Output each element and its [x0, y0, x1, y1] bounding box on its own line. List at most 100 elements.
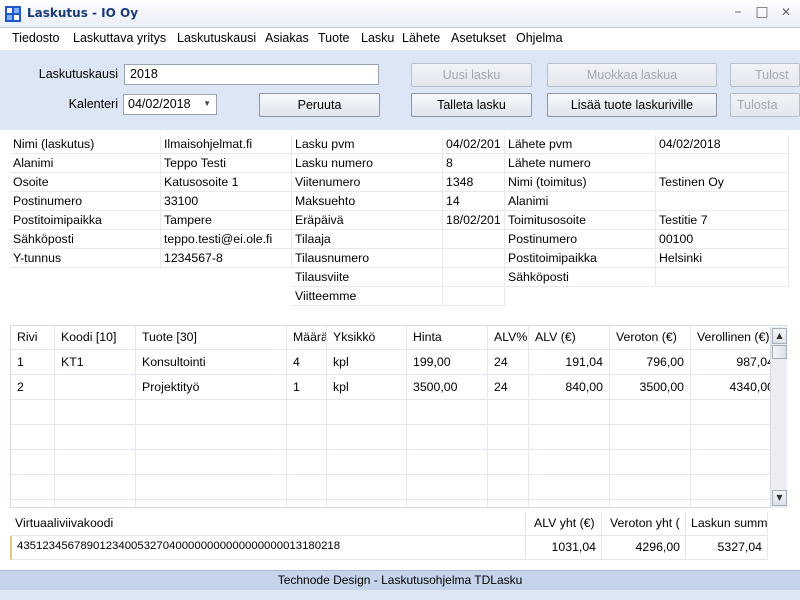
grid-empty-cell[interactable] — [488, 450, 529, 475]
grid-cell[interactable]: 24 — [488, 375, 529, 400]
info-value[interactable]: 18/02/201 — [443, 211, 505, 230]
maximize-button[interactable]: □ — [752, 4, 772, 22]
info-value[interactable] — [443, 230, 505, 249]
grid-empty-cell[interactable] — [55, 400, 136, 425]
calendar-date-picker[interactable]: 04/02/2018 ▼ — [123, 94, 217, 115]
grid-cell[interactable]: 840,00 — [529, 375, 610, 400]
grid-cell[interactable]: Konsultointi — [136, 350, 287, 375]
menu-laskuttava-yritys[interactable]: Laskuttava yritys — [73, 31, 166, 45]
grid-cell[interactable]: 4 — [287, 350, 327, 375]
column-header[interactable]: Hinta — [407, 326, 488, 350]
period-input[interactable]: 2018 — [124, 64, 379, 85]
grid-empty-cell[interactable] — [691, 425, 781, 450]
scroll-thumb[interactable] — [772, 345, 787, 359]
grid-cell[interactable]: KT1 — [55, 350, 136, 375]
grid-empty-cell[interactable] — [529, 500, 610, 507]
grid-empty-cell[interactable] — [691, 500, 781, 507]
info-value[interactable]: Helsinki — [656, 249, 789, 268]
grid-empty-cell[interactable] — [55, 425, 136, 450]
grid-cell[interactable]: 4340,00 — [691, 375, 781, 400]
grid-cell[interactable]: Projektityö — [136, 375, 287, 400]
grid-empty-cell[interactable] — [610, 400, 691, 425]
column-header[interactable]: Määrä — [287, 326, 327, 350]
grid-empty-cell[interactable] — [327, 425, 407, 450]
column-header[interactable]: ALV% — [488, 326, 529, 350]
chevron-down-icon[interactable]: ▼ — [203, 99, 211, 108]
grid-empty-cell[interactable] — [529, 450, 610, 475]
grid-empty-cell[interactable] — [327, 475, 407, 500]
menu-asiakas[interactable]: Asiakas — [265, 31, 309, 45]
info-value[interactable]: Ilmaisohjelmat.fi — [161, 135, 292, 154]
grid-cell[interactable]: 987,04 — [691, 350, 781, 375]
barcode-value[interactable]: 4351234567890123400532704000000000000000… — [10, 536, 526, 560]
grid-empty-cell[interactable] — [610, 500, 691, 507]
info-value[interactable]: 04/02/2018 — [656, 135, 789, 154]
grid-cell[interactable]: kpl — [327, 375, 407, 400]
grid-empty-cell[interactable] — [407, 475, 488, 500]
grid-empty-cell[interactable] — [11, 450, 55, 475]
grid-empty-cell[interactable] — [610, 450, 691, 475]
info-value[interactable] — [656, 268, 789, 287]
menu-laskutuskausi[interactable]: Laskutuskausi — [177, 31, 256, 45]
grid-empty-cell[interactable] — [327, 450, 407, 475]
grid-empty-cell[interactable] — [691, 400, 781, 425]
scroll-down-icon[interactable]: ▼ — [772, 490, 787, 506]
info-value[interactable]: 04/02/201 — [443, 135, 505, 154]
new-invoice-button[interactable]: Uusi lasku — [411, 63, 532, 87]
title-bar[interactable]: Laskutus - IO Oy – □ ✕ — [0, 0, 800, 28]
info-value[interactable]: teppo.testi@ei.ole.fi — [161, 230, 292, 249]
grid-empty-cell[interactable] — [407, 450, 488, 475]
print-invoice-button[interactable]: Tulosta — [730, 93, 800, 117]
grid-cell[interactable]: 199,00 — [407, 350, 488, 375]
save-invoice-button[interactable]: Talleta lasku — [411, 93, 532, 117]
grid-empty-cell[interactable] — [287, 400, 327, 425]
grid-cell[interactable] — [55, 375, 136, 400]
print-button[interactable]: Tulost — [730, 63, 800, 87]
grid-empty-cell[interactable] — [136, 500, 287, 507]
grid-empty-cell[interactable] — [488, 500, 529, 507]
grid-empty-cell[interactable] — [691, 475, 781, 500]
grid-cell[interactable]: 191,04 — [529, 350, 610, 375]
column-header[interactable]: Tuote [30] — [136, 326, 287, 350]
info-value[interactable]: Testinen Oy — [656, 173, 789, 192]
grid-empty-cell[interactable] — [488, 400, 529, 425]
menu-lahete[interactable]: Lähete — [402, 31, 440, 45]
grid-empty-cell[interactable] — [55, 475, 136, 500]
column-header[interactable]: Verollinen (€) — [691, 326, 781, 350]
info-value[interactable]: 8 — [443, 154, 505, 173]
grid-empty-cell[interactable] — [11, 500, 55, 507]
grid-empty-cell[interactable] — [327, 400, 407, 425]
grid-empty-cell[interactable] — [488, 425, 529, 450]
column-header[interactable]: Veroton (€) — [610, 326, 691, 350]
info-value[interactable] — [656, 192, 789, 211]
grid-empty-cell[interactable] — [136, 400, 287, 425]
grid-empty-cell[interactable] — [529, 425, 610, 450]
info-value[interactable]: 1234567-8 — [161, 249, 292, 268]
menu-lasku[interactable]: Lasku — [361, 31, 394, 45]
info-value[interactable]: Tampere — [161, 211, 292, 230]
minimize-button[interactable]: – — [728, 4, 748, 22]
grid-empty-cell[interactable] — [287, 500, 327, 507]
grid-cell[interactable]: 24 — [488, 350, 529, 375]
grid-empty-cell[interactable] — [55, 450, 136, 475]
column-header[interactable]: ALV (€) — [529, 326, 610, 350]
grid-empty-cell[interactable] — [407, 400, 488, 425]
grid-cell[interactable]: 1 — [11, 350, 55, 375]
add-product-button[interactable]: Lisää tuote laskuriville — [547, 93, 717, 117]
menu-asetukset[interactable]: Asetukset — [451, 31, 506, 45]
info-value[interactable]: Testitie 7 — [656, 211, 789, 230]
cancel-button[interactable]: Peruuta — [259, 93, 380, 117]
info-value[interactable] — [443, 249, 505, 268]
info-value[interactable] — [443, 287, 505, 306]
menu-tiedosto[interactable]: Tiedosto — [12, 31, 59, 45]
scroll-up-icon[interactable]: ▲ — [772, 328, 787, 344]
grid-cell[interactable]: 3500,00 — [610, 375, 691, 400]
grid-empty-cell[interactable] — [610, 475, 691, 500]
grid-empty-cell[interactable] — [407, 425, 488, 450]
grid-empty-cell[interactable] — [407, 500, 488, 507]
grid-empty-cell[interactable] — [287, 450, 327, 475]
info-value[interactable]: 33100 — [161, 192, 292, 211]
close-button[interactable]: ✕ — [776, 4, 796, 22]
column-header[interactable]: Yksikkö — [327, 326, 407, 350]
menu-tuote[interactable]: Tuote — [318, 31, 350, 45]
